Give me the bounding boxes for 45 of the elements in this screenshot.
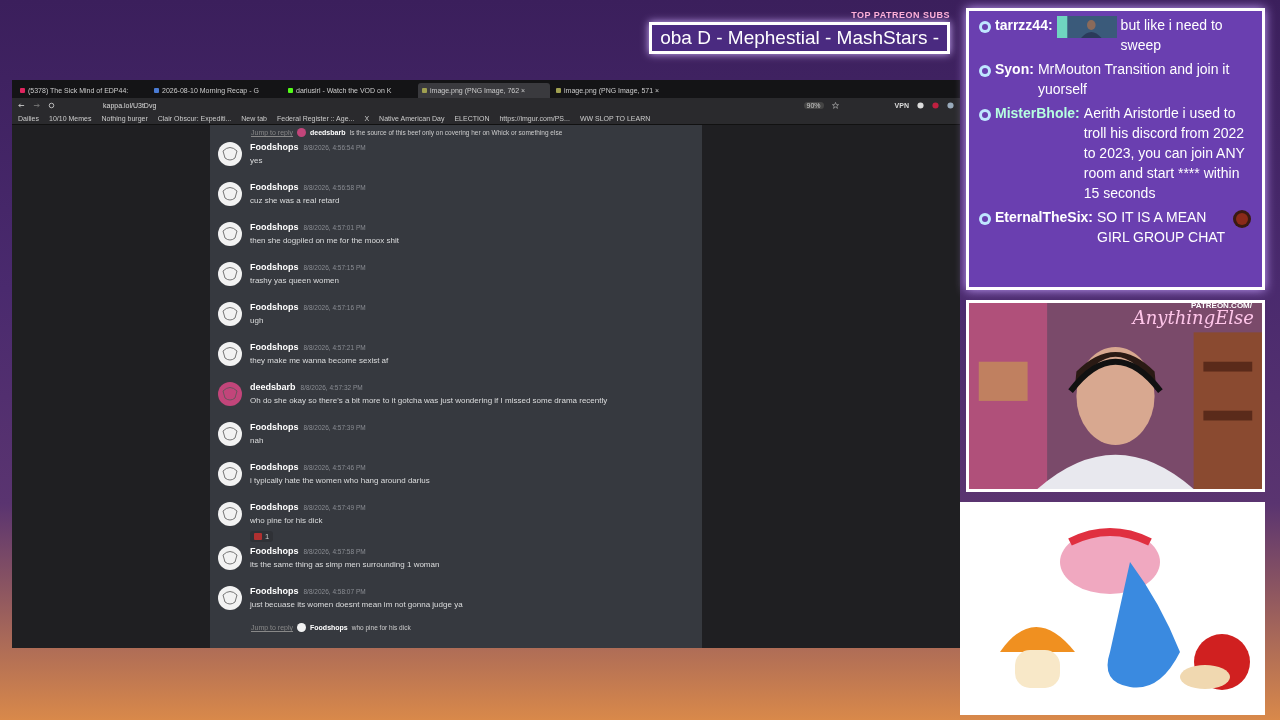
message-text: Oh do she okay so there's a bit more to it gotcha was just wondering if I missed some drama recently [250,396,608,405]
message-author: Foodshops [250,182,299,192]
message-text: i typically hate the women who hang around darius [250,476,430,485]
message-text: who pine for his dick [250,516,324,525]
patreon-url: PATREON.COM/ [1190,303,1252,310]
message-author: Foodshops [250,142,299,152]
chat-badge-icon [979,213,991,225]
message-text: nah [250,436,265,445]
message-author: Foodshops [250,546,299,556]
chat-username: tarrzz44: [995,16,1053,35]
emoji-icon [254,533,262,540]
message-author: Foodshops [250,462,299,472]
message-author: Foodshops [250,222,299,232]
patreon-ticker: oba D - Mephestial - MashStars - [649,22,950,54]
message-text: they make me wanna become sexist af [250,356,389,365]
signature: AnythingElse [1132,307,1254,328]
chat-badge-icon [979,65,991,77]
chat-text: Aerith Aristortle i used to troll his discord from 2022 to 2023, you can join ANY room and start **** within 15 seconds [1083,104,1246,203]
chat-badge-icon [979,109,991,121]
message-text: cuz she was a real retard [250,196,341,205]
message-text: ugh [250,316,265,325]
message-text: then she dogpiled on me for the moox shit [250,236,399,245]
chat-username: Syon: [995,60,1034,79]
message-author: Foodshops [250,262,299,272]
message-text: yes [250,156,264,165]
message-author: Foodshops [250,502,299,512]
message-text: trashy yas queen women [250,276,340,285]
message-author: Foodshops [250,422,299,432]
chat-text: but like i need to sweep [1120,16,1224,55]
chat-username: EternalTheSix: [995,208,1094,227]
chat-text: MrMouton Transition and join it yuorself [1037,60,1231,99]
message-text: just becuase its women doesnt mean im not gonna judge ya [250,600,463,609]
chat-username: MisterBhole: [995,104,1080,123]
chat-text: SO IT IS A MEAN GIRL GROUP CHAT [1097,208,1227,247]
message-text: its the same thing as simp men surrounding 1 woman [250,560,440,569]
message-author: Foodshops [250,586,299,596]
star-icon[interactable] [831,101,839,109]
patreon-label: TOP PATREON SUBS [851,10,950,20]
forward-icon[interactable] [33,101,40,109]
message-author: Foodshops [250,302,299,312]
message-author: deedsbarb [250,382,296,392]
reload-icon[interactable] [48,101,55,109]
message-author: Foodshops [250,342,299,352]
chat-badge-icon [979,21,991,33]
back-icon[interactable] [18,101,25,109]
